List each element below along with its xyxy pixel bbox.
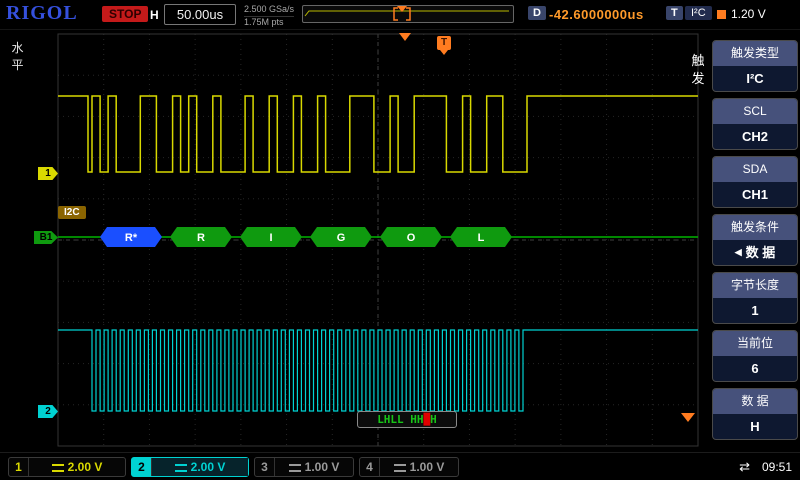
channel4-status[interactable]: 4 1.00 V <box>359 457 459 477</box>
menu-scl-label: SCL <box>713 99 797 124</box>
bottom-status-bar: 1 2.00 V 2 2.00 V 3 1.00 V 4 1.00 V <box>0 452 800 480</box>
menu-sda-value: CH1 <box>713 182 797 207</box>
brand-logo: RIGOL <box>6 2 78 25</box>
horizontal-label: H <box>150 8 159 22</box>
menu-trigger-type-label: 触发类型 <box>713 41 797 66</box>
channel1-scale: 2.00 V <box>29 458 125 476</box>
menu-current-bit-value: 6 <box>713 356 797 381</box>
dc-coupling-icon <box>175 463 187 472</box>
channel3-scale: 1.00 V <box>275 458 353 476</box>
channel3-number: 3 <box>255 458 275 476</box>
clock-readout: 09:51 <box>762 460 792 474</box>
channel4-scale-value: 1.00 V <box>410 460 445 474</box>
decode-bubble: R <box>170 227 232 247</box>
channel2-scale-value: 2.00 V <box>191 460 226 474</box>
channel2-number: 2 <box>132 458 152 476</box>
channel1-number: 1 <box>9 458 29 476</box>
channel1-status[interactable]: 1 2.00 V <box>8 457 126 477</box>
trigger-flag-icon[interactable]: T <box>437 36 451 50</box>
trigger-level-readout: 1.20 V <box>717 7 766 21</box>
svg-text:G: G <box>337 232 346 244</box>
menu-current-bit[interactable]: 当前位 6 <box>712 330 798 382</box>
svg-text:L: L <box>478 232 485 244</box>
oscilloscope-screen: R*RIGOL RIGOL STOP H 50.00us 2.500 GSa/s… <box>0 0 800 480</box>
trigger-position-icon[interactable] <box>399 33 411 41</box>
channel4-number: 4 <box>360 458 380 476</box>
decode-bubble: R* <box>100 227 162 247</box>
top-status-bar: RIGOL STOP H 50.00us 2.500 GSa/s 1.75M p… <box>0 0 800 30</box>
trigger-edge-icon <box>681 413 695 422</box>
dc-coupling-icon <box>52 463 64 472</box>
memory-depth: 1.75M pts <box>244 17 294 28</box>
menu-trigger-condition-text: 数 据 <box>746 240 776 265</box>
timebase-readout[interactable]: 50.00us <box>164 4 236 25</box>
menu-byte-length-value: 1 <box>713 298 797 323</box>
menu-sda-source[interactable]: SDA CH1 <box>712 156 798 208</box>
svg-text:R: R <box>197 232 205 244</box>
horizontal-panel-label: 水平 <box>10 40 25 74</box>
menu-byte-length[interactable]: 字节长度 1 <box>712 272 798 324</box>
menu-trigger-type-value: I²C <box>713 66 797 91</box>
channel2-scale: 2.00 V <box>152 458 248 476</box>
trigger-level-value: 1.20 V <box>731 7 766 21</box>
delay-label: D <box>528 6 546 20</box>
menu-trigger-condition-label: 触发条件 <box>713 215 797 240</box>
decode-bubble: O <box>380 227 442 247</box>
chevron-left-icon: ◀ <box>735 240 742 265</box>
transfer-icon: ⇄ <box>739 459 750 475</box>
menu-data-label: 数 据 <box>713 389 797 414</box>
dc-coupling-icon <box>289 463 301 472</box>
menu-byte-length-label: 字节长度 <box>713 273 797 298</box>
svg-text:O: O <box>407 232 416 244</box>
menu-trigger-condition-value: ◀ 数 据 <box>713 240 797 265</box>
channel2-status[interactable]: 2 2.00 V <box>131 457 249 477</box>
trigger-menu-label: 触发 <box>690 52 706 88</box>
menu-trigger-type[interactable]: 触发类型 I²C <box>712 40 798 92</box>
sample-rate: 2.500 GSa/s <box>244 4 294 17</box>
waveform-preview-icon <box>303 6 513 22</box>
waveform-display: R*RIGOL <box>0 0 800 480</box>
menu-current-bit-label: 当前位 <box>713 331 797 356</box>
trigger-source-badge: I²C <box>685 6 712 20</box>
channel4-scale: 1.00 V <box>380 458 458 476</box>
channel3-status[interactable]: 3 1.00 V <box>254 457 354 477</box>
bit-pattern-right: H <box>430 413 437 426</box>
menu-scl-source[interactable]: SCL CH2 <box>712 98 798 150</box>
decode-bubble: L <box>450 227 512 247</box>
decode-bus-tag: I2C <box>58 206 86 219</box>
delay-readout: -42.6000000us <box>549 7 644 22</box>
menu-scl-value: CH2 <box>713 124 797 149</box>
bit-pattern-highlight: █ <box>424 413 431 426</box>
acquisition-info: 2.500 GSa/s 1.75M pts <box>244 4 294 28</box>
trigger-label: T <box>666 6 683 20</box>
svg-text:I: I <box>269 232 272 244</box>
svg-text:R*: R* <box>125 232 138 244</box>
bit-pattern-left: LHLL HH <box>377 413 423 426</box>
decode-bubble: G <box>310 227 372 247</box>
channel3-scale-value: 1.00 V <box>305 460 340 474</box>
run-state-indicator: STOP <box>102 6 148 22</box>
channel1-scale-value: 2.00 V <box>68 460 103 474</box>
menu-trigger-condition[interactable]: 触发条件 ◀ 数 据 <box>712 214 798 266</box>
decode-bubble: I <box>240 227 302 247</box>
menu-data-value: H <box>713 414 797 439</box>
menu-data[interactable]: 数 据 H <box>712 388 798 440</box>
waveform-position-bar[interactable] <box>302 5 514 23</box>
trigger-level-icon <box>717 10 726 19</box>
dc-coupling-icon <box>394 463 406 472</box>
menu-sda-label: SDA <box>713 157 797 182</box>
bit-pattern-readout: LHLL HH █ H <box>357 411 457 428</box>
